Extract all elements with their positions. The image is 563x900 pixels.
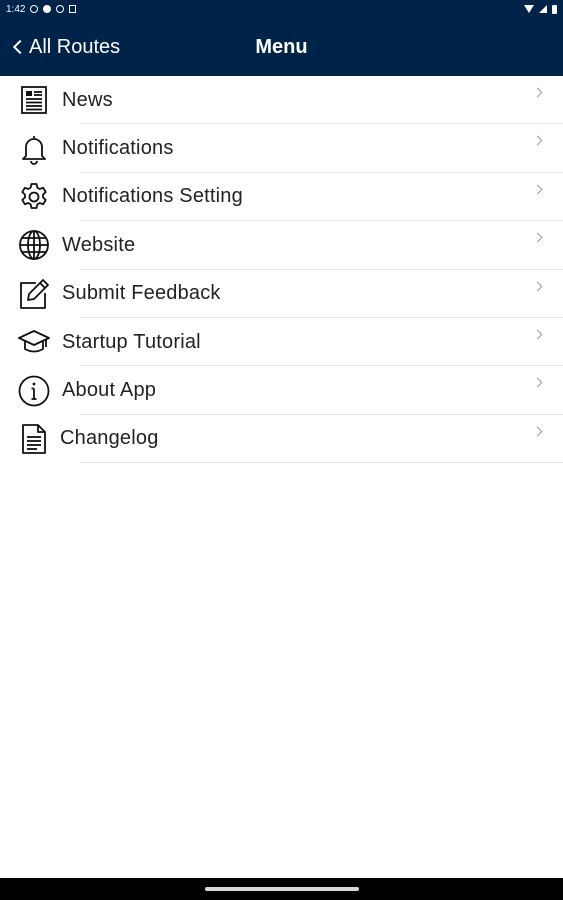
chevron-right-icon [532,329,543,340]
chevron-right-icon [532,281,543,292]
menu-item-label: Notifications Setting [62,185,243,208]
menu-item-label: News [62,88,113,111]
wifi-icon [524,5,534,13]
menu-item-notifications-setting[interactable]: Notifications Setting [0,173,563,222]
chevron-right-icon [532,377,543,388]
menu-item-about-app[interactable]: About App [0,366,563,416]
menu-item-news[interactable]: News [0,76,563,125]
chevron-right-icon [532,184,543,195]
back-label: All Routes [29,35,121,58]
info-icon [17,374,51,408]
menu-item-startup-tutorial[interactable]: Startup Tutorial [0,318,563,367]
status-right [524,4,557,14]
back-button[interactable]: All Routes [12,18,120,76]
cell-signal-icon [539,5,547,13]
home-gesture-handle[interactable] [204,887,359,891]
menu-item-label: Notifications [62,137,174,160]
sync-status-icon [30,5,39,13]
gear-icon [17,180,51,214]
menu-item-label: Changelog [60,427,159,450]
menu-item-notifications[interactable]: Notifications [0,124,563,174]
sim-status-icon [69,5,77,13]
chevron-right-icon [532,135,543,146]
graduation-cap-icon [17,325,51,359]
system-nav-bar [0,878,563,900]
edit-icon [17,277,51,311]
menu-item-submit-feedback[interactable]: Submit Feedback [0,270,563,319]
app-screen: 1:42 All Routes Menu News Notifications … [0,0,563,900]
shield-status-icon [56,5,65,13]
status-left: 1:42 [6,3,77,15]
menu-item-label: About App [62,379,157,402]
menu-item-label: Startup Tutorial [62,330,201,353]
battery-icon [552,4,557,14]
status-time: 1:42 [6,3,26,15]
chevron-right-icon [532,232,543,243]
bell-icon [17,132,51,166]
menu-item-label: Website [62,233,136,256]
menu-item-label: Submit Feedback [62,282,221,305]
chevron-right-icon [532,87,543,98]
globe-icon [17,228,51,262]
record-status-icon [43,5,52,13]
menu-item-changelog[interactable]: Changelog [0,415,563,464]
menu-list: News Notifications Notifications Setting… [0,76,563,464]
menu-item-website[interactable]: Website [0,221,563,270]
app-header: All Routes Menu [0,18,563,76]
newspaper-icon [17,83,51,117]
status-bar: 1:42 [0,0,563,18]
chevron-left-icon [12,39,28,55]
document-icon [17,422,51,456]
chevron-right-icon [532,426,543,437]
